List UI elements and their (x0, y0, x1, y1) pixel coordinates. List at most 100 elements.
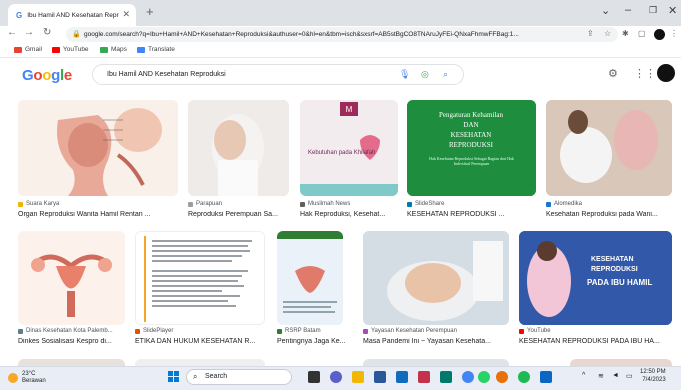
battery-icon[interactable]: ▭ (626, 372, 633, 380)
result-caption[interactable]: Masa Pandemi Ini ~ Yayasan Kesehata... (363, 338, 509, 345)
result-image[interactable] (135, 231, 265, 325)
close-tab-icon[interactable]: ✕ (122, 9, 130, 20)
back-icon[interactable]: ← (7, 27, 17, 38)
menu-icon[interactable]: ⋮ (670, 29, 678, 38)
result-tile[interactable]: RSRP Batam Pentingnya Jaga Ke... (277, 231, 353, 351)
bookmark-gmail[interactable]: Gmail (14, 46, 42, 53)
minimize-button[interactable]: – (625, 4, 631, 16)
result-tile[interactable]: Yayasan Kesehatan Perempuan Masa Pandemi… (363, 231, 509, 351)
result-tile[interactable]: Parapuan Reproduksi Perempuan Sa... (188, 100, 289, 224)
browser-tab[interactable]: G Ibu Hamil AND Kesehatan Repro ✕ (8, 4, 136, 26)
result-image-partial[interactable] (18, 359, 125, 366)
browser-toolbar: ← → ↻ 🔒 google.com/search?q=Ibu+Hamil+AN… (0, 26, 681, 43)
spotify-icon[interactable] (518, 371, 530, 383)
result-source: Alomedika (546, 201, 582, 207)
doctor-consultation-photo (546, 100, 672, 196)
result-caption[interactable]: Reproduksi Perempuan Sa... (188, 211, 289, 218)
file-explorer-icon[interactable] (352, 371, 364, 383)
new-tab-button[interactable]: + (146, 4, 154, 19)
image-text: Kebutuhan pada Khilafah (308, 150, 375, 156)
bookmark-translate[interactable]: Translate (137, 46, 175, 53)
bookmark-star-icon[interactable]: ☆ (604, 29, 611, 38)
result-source: Yayasan Kesehatan Perempuan (363, 328, 457, 334)
result-source: SlideShare (407, 201, 444, 207)
result-tile[interactable]: Pengaturan Kehamilan DAN KESEHATAN REPRO… (407, 100, 536, 224)
maps-icon (100, 46, 108, 53)
result-image[interactable] (546, 100, 672, 196)
result-caption[interactable]: Organ Reproduksi Wanita Hamil Rentan ... (18, 211, 178, 218)
result-caption[interactable]: Dinkes Sosialisasi Kespro di... (18, 338, 125, 345)
teams-icon[interactable] (440, 371, 452, 383)
result-source: Suara Karya (18, 201, 59, 207)
forward-icon[interactable]: → (24, 27, 34, 38)
result-caption[interactable]: KESEHATAN REPRODUKSI ... (407, 211, 536, 218)
result-image-partial[interactable] (570, 359, 672, 366)
pregnant-woman-photo (188, 100, 289, 196)
bookmarks-bar: Gmail YouTube Maps Translate (0, 43, 681, 58)
result-tile[interactable]: KESEHATAN REPRODUKSI PADA IBU HAMIL YouT… (519, 231, 672, 351)
wifi-icon[interactable]: ≋ (598, 372, 604, 380)
result-image[interactable] (18, 100, 178, 196)
result-image[interactable] (277, 231, 343, 325)
result-tile[interactable]: M Kebutuhan pada Khilafah Muslimah News … (300, 100, 398, 224)
mic-icon[interactable]: 🎙 (399, 65, 410, 84)
result-image[interactable] (363, 231, 509, 325)
tray-chevron-icon[interactable]: ^ (582, 372, 585, 379)
result-image-partial[interactable] (135, 359, 265, 366)
app-icon[interactable] (496, 371, 508, 383)
search-box[interactable]: Ibu Hamil AND Kesehatan Reproduksi 🎙 ◎ ⌕ (92, 64, 464, 85)
search-query: Ibu Hamil AND Kesehatan Reproduksi (107, 71, 226, 78)
result-image[interactable] (188, 100, 289, 196)
close-window-button[interactable]: ✕ (668, 4, 677, 17)
taskbar-search[interactable]: ⌕ Search (186, 369, 292, 385)
bookmark-maps[interactable]: Maps (100, 46, 127, 53)
result-caption[interactable]: Hak Reproduksi, Kesehat... (300, 211, 398, 218)
speaker-icon[interactable]: ◄ (612, 372, 619, 379)
search-icon[interactable]: ⌕ (443, 65, 448, 84)
app-icon[interactable] (540, 371, 552, 383)
result-tile[interactable]: SlidePlayer ETIKA DAN HUKUM KESEHATAN R.… (135, 231, 265, 351)
reload-icon[interactable]: ↻ (43, 27, 51, 38)
result-image[interactable]: M Kebutuhan pada Khilafah (300, 100, 398, 196)
result-caption[interactable]: Kesehatan Reproduksi pada Wani... (546, 211, 672, 218)
result-image-partial[interactable] (363, 359, 509, 366)
lens-icon[interactable]: ◎ (421, 65, 429, 84)
weather-widget[interactable]: 23°C Berawan (8, 371, 46, 385)
taskbar-clock[interactable]: 12:50 PM 7/4/2023 (640, 368, 666, 384)
address-bar[interactable]: 🔒 google.com/search?q=Ibu+Hamil+AND+Kese… (66, 27, 618, 42)
windows-start-icon[interactable] (168, 371, 180, 383)
apps-grid-icon[interactable]: ⋮⋮ (634, 67, 656, 80)
chrome-icon[interactable] (462, 371, 474, 383)
word-icon[interactable] (374, 371, 386, 383)
result-tile[interactable]: Alomedika Kesehatan Reproduksi pada Wani… (546, 100, 672, 224)
chat-icon[interactable] (330, 371, 342, 383)
clock-date: 7/4/2023 (642, 377, 666, 383)
tab-title: Ibu Hamil AND Kesehatan Repro (27, 11, 120, 19)
store-icon[interactable] (396, 371, 408, 383)
result-caption[interactable]: Pentingnya Jaga Ke... (277, 338, 353, 345)
restore-button[interactable]: ❐ (649, 5, 657, 16)
mcafee-icon[interactable] (418, 371, 430, 383)
svg-text:DAN: DAN (463, 121, 478, 129)
google-logo[interactable]: Google (22, 67, 72, 84)
share-icon[interactable]: ⇪ (587, 29, 594, 38)
sidepanel-icon[interactable]: ▢ (638, 29, 646, 38)
settings-gear-icon[interactable]: ⚙ (608, 67, 618, 80)
whatsapp-icon[interactable] (478, 371, 490, 383)
result-image[interactable] (18, 231, 125, 325)
result-caption[interactable]: ETIKA DAN HUKUM KESEHATAN R... (135, 338, 265, 345)
uterus-illustration (18, 231, 125, 325)
result-image[interactable]: Pengaturan Kehamilan DAN KESEHATAN REPRO… (407, 100, 536, 196)
account-avatar[interactable] (657, 64, 675, 82)
task-view-icon[interactable] (308, 371, 320, 383)
image-subtitle: Hak Kesehatan Reproduksi Sebagai Bagian … (429, 156, 514, 166)
result-image[interactable]: KESEHATAN REPRODUKSI PADA IBU HAMIL (519, 231, 672, 325)
tab-search-icon[interactable]: ⌄ (601, 4, 610, 17)
bookmark-youtube[interactable]: YouTube (52, 46, 89, 53)
result-caption[interactable]: KESEHATAN REPRODUKSI PADA IBU HA... (519, 338, 672, 345)
result-tile[interactable]: Dinas Kesehatan Kota Palemb... Dinkes So… (18, 231, 125, 351)
profile-avatar[interactable] (654, 29, 665, 40)
muslimah-news-graphic: M Kebutuhan pada Khilafah (300, 100, 398, 196)
result-tile[interactable]: Suara Karya Organ Reproduksi Wanita Hami… (18, 100, 178, 224)
extensions-icon[interactable]: ✱ (622, 29, 629, 38)
